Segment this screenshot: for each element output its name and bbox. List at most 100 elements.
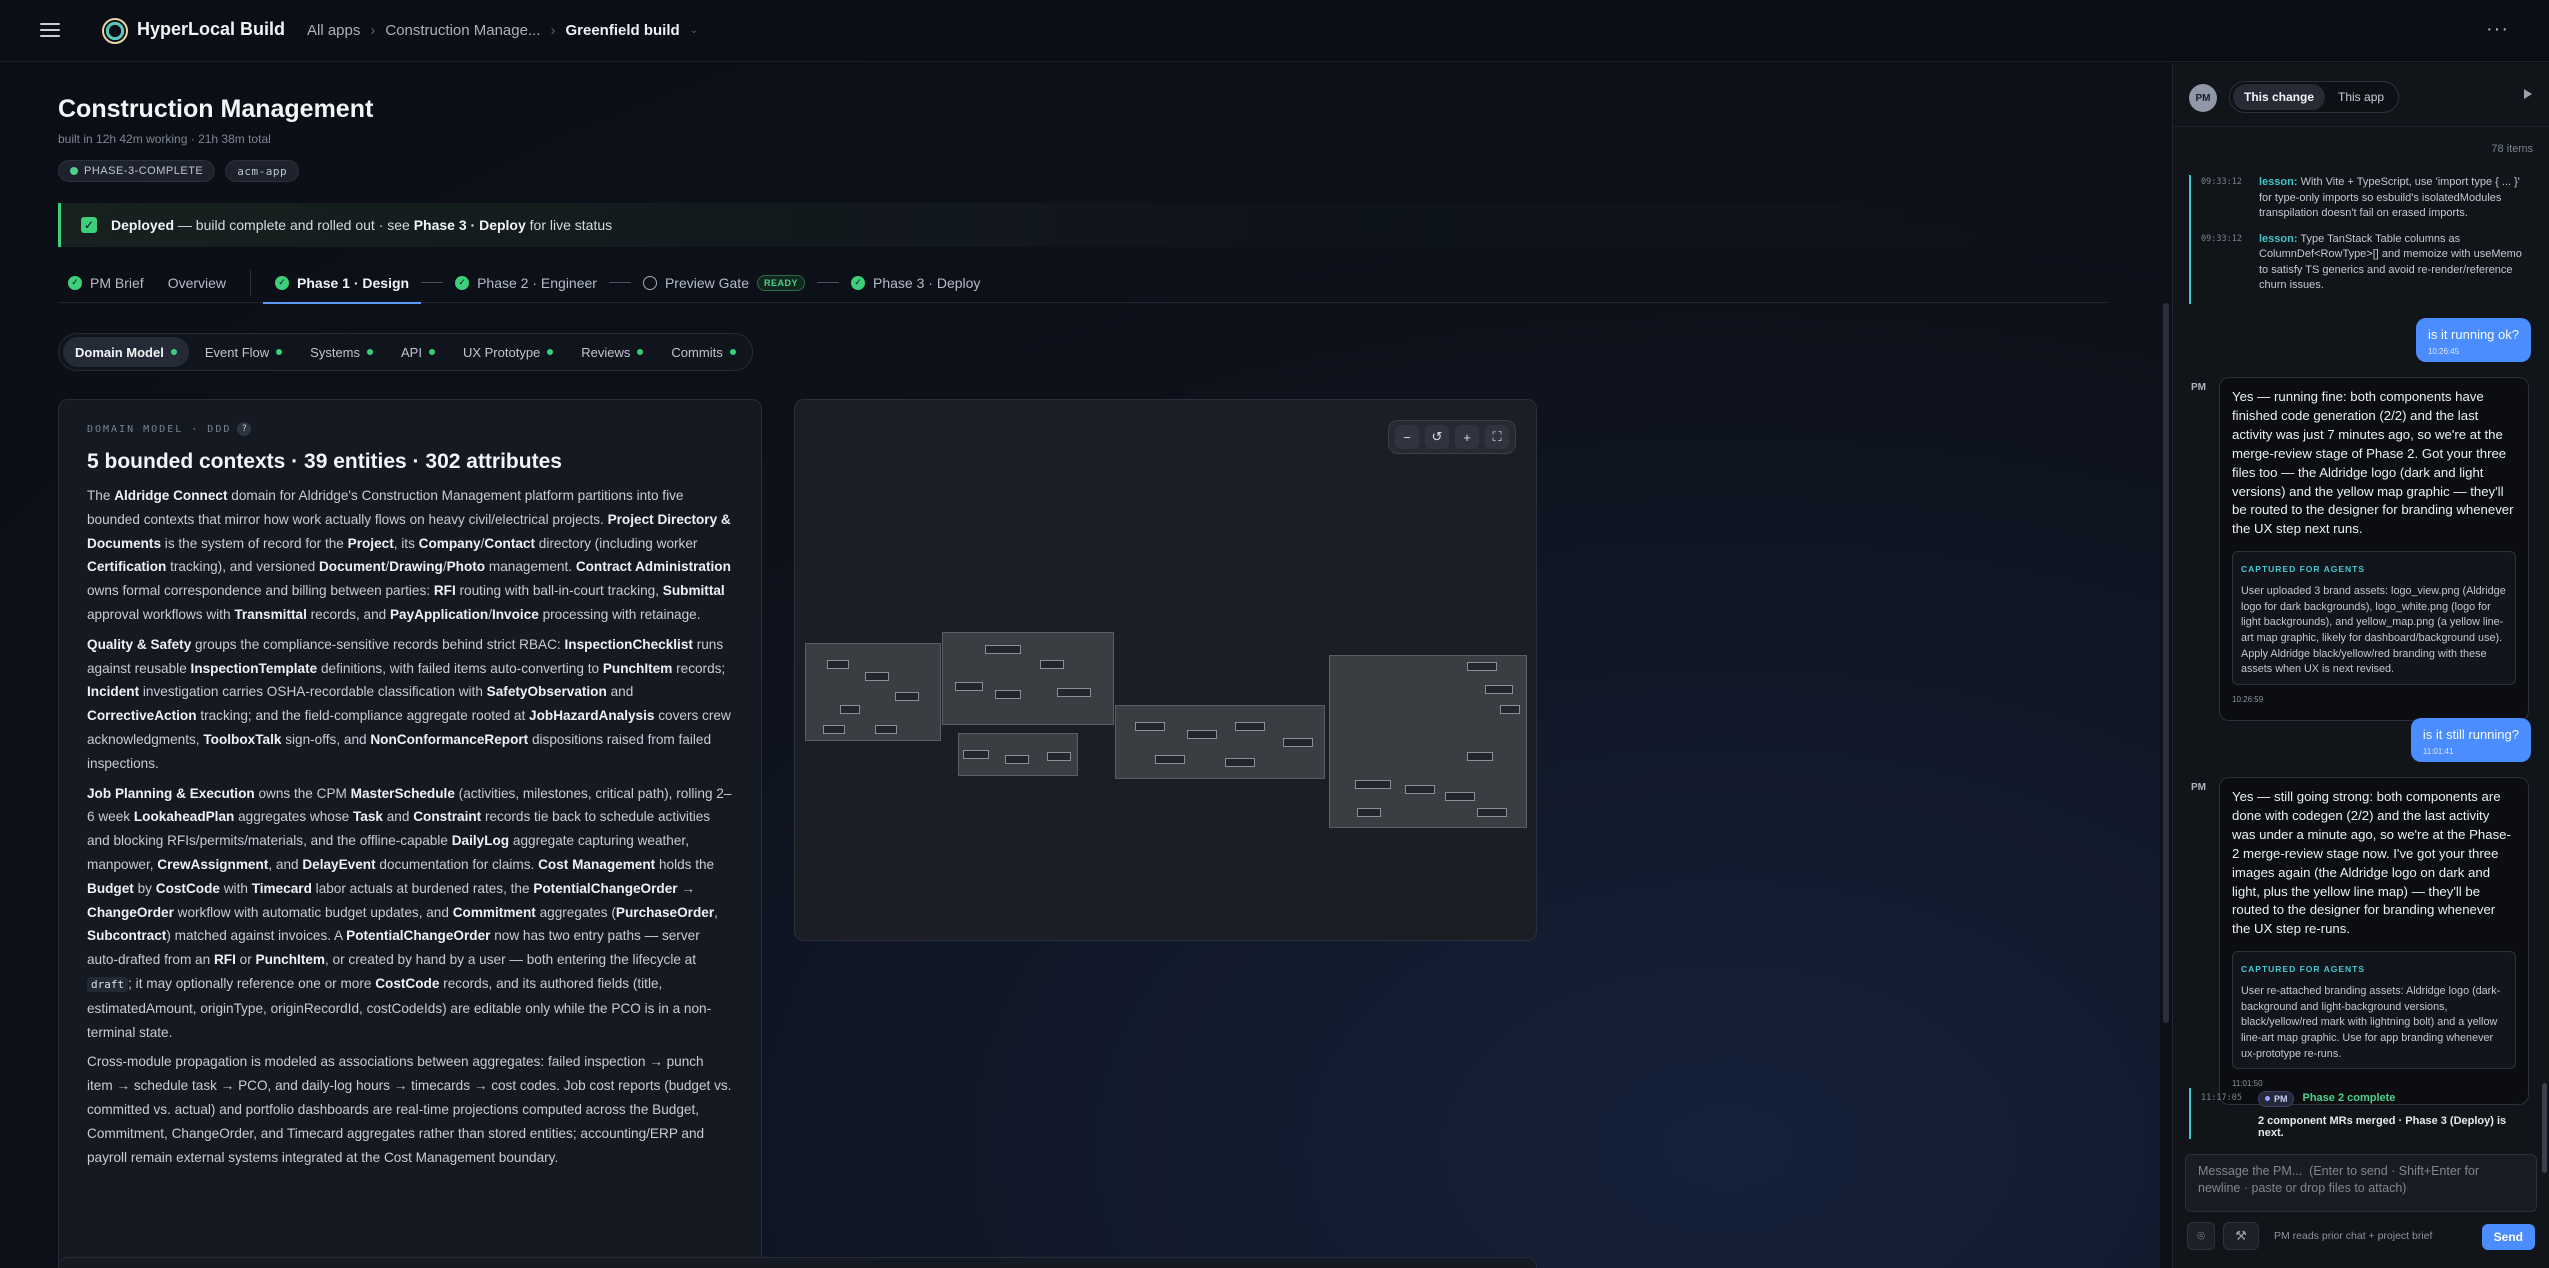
deploy-link[interactable]: Phase 3 · Deploy (414, 217, 526, 233)
message-input[interactable] (2186, 1155, 2536, 1211)
help-icon[interactable]: ? (237, 422, 252, 436)
entity-box[interactable] (865, 672, 889, 681)
bounded-context-box[interactable] (942, 632, 1114, 725)
entity-box[interactable] (1283, 738, 1313, 747)
pm-label: PM (2191, 782, 2206, 793)
subtab-ux-prototype[interactable]: UX Prototype (451, 337, 565, 367)
breadcrumb-all-apps[interactable]: All apps (307, 22, 360, 39)
play-icon[interactable] (2524, 89, 2532, 99)
message-composer (2185, 1154, 2537, 1212)
zoom-controls: − ↺ + ⛶ (1388, 420, 1516, 454)
subtab-event-flow[interactable]: Event Flow (193, 337, 294, 367)
breadcrumb-app[interactable]: Construction Manage... (385, 22, 540, 39)
attach-icon[interactable]: ⌾ (2187, 1222, 2215, 1250)
deploy-banner: ✓ Deployed — build complete and rolled o… (58, 203, 2108, 247)
scope-this-change[interactable]: This change (2233, 84, 2326, 110)
chevron-right-icon: › (370, 22, 376, 39)
entity-box[interactable] (985, 645, 1021, 654)
tab-pm-brief[interactable]: ✓ PM Brief (58, 263, 156, 303)
entity-box[interactable] (1405, 785, 1435, 794)
breadcrumb: All apps › Construction Manage... › Gree… (307, 22, 698, 39)
subtab-commits[interactable]: Commits (659, 337, 747, 367)
subtab-api[interactable]: API (389, 337, 447, 367)
paragraph: Job Planning & Execution owns the CPM Ma… (87, 785, 732, 1040)
check-icon: ✓ (81, 217, 97, 233)
scope-this-app[interactable]: This app (2327, 84, 2395, 110)
entity-box[interactable] (1057, 688, 1091, 697)
main-scrollbar[interactable] (2160, 63, 2172, 1268)
paragraph: Quality & Safety groups the compliance-s… (87, 636, 731, 771)
tab-preview-gate[interactable]: Preview Gate READY (631, 263, 817, 303)
breadcrumb-build[interactable]: Greenfield build (565, 22, 679, 39)
check-circle-icon: ✓ (851, 275, 866, 290)
connector (817, 282, 840, 283)
entity-box[interactable] (823, 725, 845, 734)
bounded-context-box[interactable] (1329, 655, 1527, 828)
status-dot-icon (547, 349, 554, 355)
entity-box[interactable] (1477, 808, 1507, 817)
pm-message: Yes — still going strong: both component… (2219, 777, 2529, 1106)
fullscreen-button[interactable]: ⛶ (1485, 425, 1509, 449)
subtab-systems[interactable]: Systems (298, 337, 385, 367)
design-sub-tabs: Domain Model Event Flow Systems API UX P… (58, 333, 753, 371)
dot-icon (2264, 1096, 2270, 1101)
status-dot-icon (729, 349, 736, 355)
entity-box[interactable] (955, 682, 983, 691)
top-bar: HyperLocal Build All apps › Construction… (0, 0, 2549, 62)
chat-scrollbar[interactable] (2542, 133, 2547, 1173)
entity-box[interactable] (1357, 808, 1381, 817)
send-button[interactable]: Send (2481, 1224, 2535, 1250)
chevron-down-icon[interactable]: ⌄ (690, 25, 698, 36)
subtab-domain-model[interactable]: Domain Model (63, 337, 189, 367)
entity-box[interactable] (1135, 722, 1165, 731)
entity-box[interactable] (1467, 752, 1493, 761)
item-count: 78 items (2491, 143, 2533, 155)
entity-box[interactable] (895, 692, 919, 701)
scope-toggle: This change This app (2229, 81, 2400, 113)
entity-box[interactable] (963, 750, 989, 759)
pm-label: PM (2191, 382, 2206, 393)
tab-overview[interactable]: Overview (156, 263, 238, 303)
entity-box[interactable] (1467, 662, 1497, 671)
domain-model-card: DOMAIN MODEL · DDD ? 5 bounded contexts … (58, 399, 762, 1268)
check-circle-icon: ✓ (68, 275, 82, 290)
entity-box[interactable] (827, 660, 849, 669)
status-dot-icon (367, 349, 373, 355)
entity-box[interactable] (1235, 722, 1265, 731)
phase-tabs: ✓ PM Brief Overview ✓ Phase 1 · Design ✓ Ph… (58, 263, 2108, 304)
pm-chat-panel: PM This change This app 78 items 09:33:1… (2172, 63, 2549, 1268)
zoom-in-button[interactable]: + (1455, 425, 1479, 449)
check-circle-icon: ✓ (275, 275, 290, 290)
subtab-reviews[interactable]: Reviews (569, 337, 655, 367)
entity-box[interactable] (1005, 755, 1029, 764)
entity-box[interactable] (995, 690, 1021, 699)
entity-box[interactable] (1225, 758, 1255, 767)
tab-phase-2-engineer[interactable]: ✓ Phase 2 · Engineer (443, 263, 609, 303)
entity-box[interactable] (1355, 780, 1391, 789)
circle-icon (642, 275, 657, 290)
domain-diagram-canvas[interactable]: − ↺ + ⛶ (794, 399, 1537, 941)
more-options-icon[interactable]: ··· (2486, 18, 2509, 41)
entity-box[interactable] (840, 705, 860, 714)
tab-phase-1-design[interactable]: ✓ Phase 1 · Design (263, 263, 422, 304)
entity-box[interactable] (875, 725, 897, 734)
wrench-icon[interactable]: ⚒ (2223, 1222, 2259, 1250)
user-message: is it still running? 11:01:41 (2410, 718, 2531, 762)
chevron-right-icon: › (550, 22, 556, 39)
tab-phase-3-deploy[interactable]: ✓ Phase 3 · Deploy (839, 263, 992, 303)
reset-view-button[interactable]: ↺ (1425, 425, 1449, 449)
zoom-out-button[interactable]: − (1395, 425, 1419, 449)
paragraph: Cross-module propagation is modeled as a… (87, 1054, 732, 1165)
entity-box[interactable] (1040, 660, 1064, 669)
connector (421, 282, 444, 283)
entity-box[interactable] (1187, 730, 1217, 739)
lesson-list: 09:33:12 lesson: With Vite + TypeScript,… (2189, 175, 2529, 304)
phase-complete-event: 11:17:05 PM Phase 2 complete 2 component … (2189, 1088, 2529, 1139)
entity-box[interactable] (1445, 792, 1475, 801)
entity-box[interactable] (1485, 685, 1513, 694)
entity-box[interactable] (1047, 752, 1071, 761)
menu-icon[interactable] (38, 19, 62, 43)
captured-for-agents: CAPTURED FOR AGENTS User re-attached bra… (2232, 951, 2516, 1070)
entity-box[interactable] (1500, 705, 1520, 714)
entity-box[interactable] (1155, 755, 1185, 764)
